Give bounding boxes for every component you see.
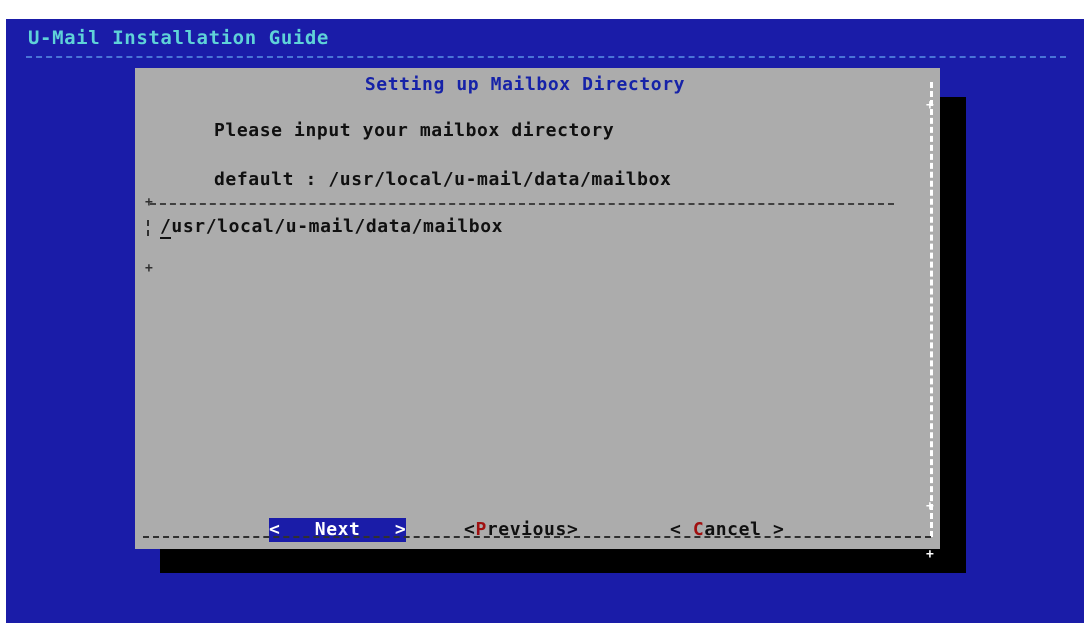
cancel-button[interactable]: < Cancel > [670,518,784,542]
terminal-screen: U-Mail Installation Guide Setting up Mai… [6,19,1084,623]
input-corner-bottom-left: + [145,261,153,276]
dialog-bottom-border [143,536,931,538]
dialog-title: Setting up Mailbox Directory [364,74,686,95]
prompt-text: Please input your mailbox directory [214,120,615,141]
input-left-border [147,220,149,236]
default-path-text: default : /usr/local/u-mail/data/mailbox [214,169,672,190]
border-corner-right-lower: + [926,499,934,514]
mailbox-directory-input[interactable]: /usr/local/u-mail/data/mailbox [145,216,885,242]
previous-button[interactable]: <Previous> [464,518,578,542]
backtitle: U-Mail Installation Guide [28,27,329,49]
next-button[interactable]: < Next > [269,518,407,542]
dialog-right-border [930,82,933,537]
dialog-box: Setting up Mailbox Directory + + + Pleas… [135,68,940,561]
text-cursor [160,237,171,239]
mailbox-directory-value[interactable]: /usr/local/u-mail/data/mailbox [160,216,503,237]
border-corner-bottom-right: + [926,547,934,562]
backtitle-divider [26,56,1066,58]
input-top-border [150,203,894,205]
